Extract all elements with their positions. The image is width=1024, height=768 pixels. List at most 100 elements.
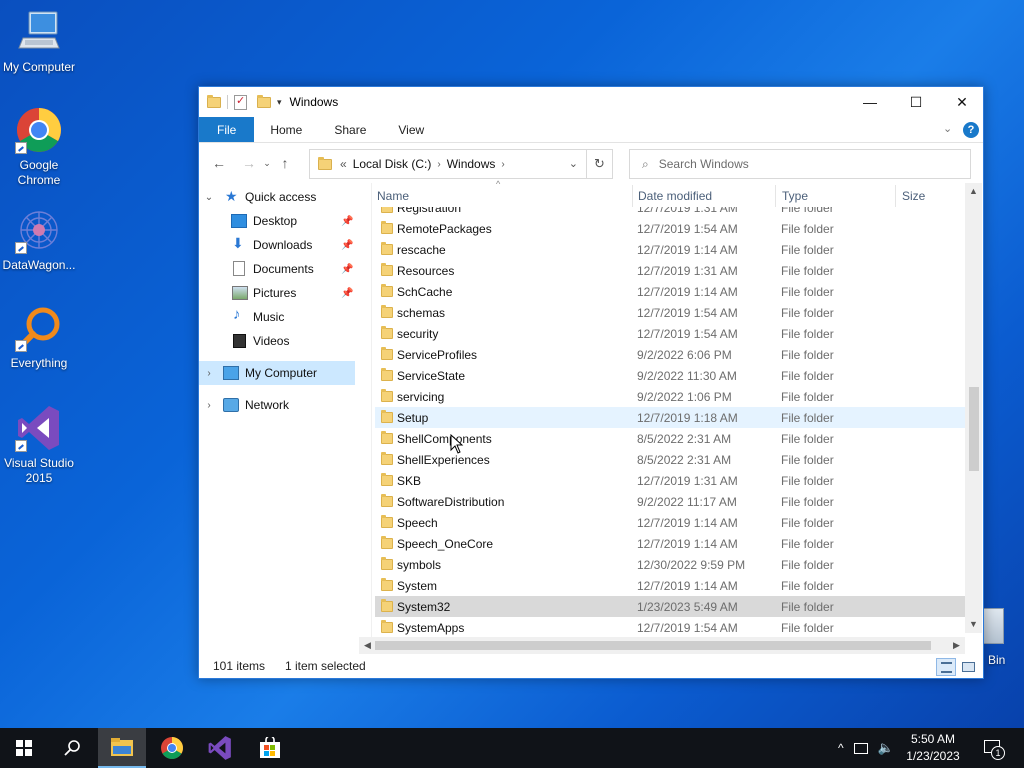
- file-explorer-window[interactable]: ▾ Windows — ☐ ✕ File Home Share View ⌄ ?…: [198, 86, 984, 679]
- table-row[interactable]: System 12/7/2019 1:14 AM File folder: [375, 575, 965, 596]
- network-status-icon[interactable]: [853, 742, 868, 754]
- table-row[interactable]: SystemApps 12/7/2019 1:54 AM File folder: [375, 617, 965, 637]
- column-header-date[interactable]: Date modified: [638, 189, 712, 203]
- up-button[interactable]: ↑: [273, 151, 297, 175]
- column-header-type[interactable]: Type: [782, 189, 808, 203]
- nav-item-downloads[interactable]: ⬇ Downloads 📌: [199, 233, 369, 257]
- clock[interactable]: 5:50 AM 1/23/2023: [898, 731, 968, 765]
- help-icon[interactable]: ?: [963, 122, 979, 138]
- taskbar-visual-studio[interactable]: [196, 728, 244, 768]
- chevron-right-icon[interactable]: ›: [501, 159, 504, 170]
- table-row[interactable]: servicing 9/2/2022 1:06 PM File folder: [375, 386, 965, 407]
- tab-file[interactable]: File: [199, 117, 255, 142]
- table-row[interactable]: Registration 12/7/2019 1:31 AM File folder: [375, 207, 965, 218]
- chevron-right-icon[interactable]: ›: [437, 159, 440, 170]
- column-divider[interactable]: [895, 185, 896, 207]
- address-dropdown-icon[interactable]: ⌄: [569, 157, 578, 170]
- nav-item-pictures[interactable]: Pictures 📌: [199, 281, 369, 305]
- navigation-pane[interactable]: ⌄ ★ Quick access Desktop 📌 ⬇ Downloads 📌…: [199, 183, 369, 647]
- scroll-up-icon[interactable]: ▲: [965, 183, 982, 200]
- search-input[interactable]: [658, 157, 939, 171]
- table-row[interactable]: SchCache 12/7/2019 1:14 AM File folder: [375, 281, 965, 302]
- nav-item-desktop[interactable]: Desktop 📌: [199, 209, 369, 233]
- table-row[interactable]: SoftwareDistribution 9/2/2022 11:17 AM Fil…: [375, 491, 965, 512]
- nav-item-my-computer[interactable]: › My Computer: [199, 361, 355, 385]
- table-row[interactable]: ServiceProfiles 9/2/2022 6:06 PM File fold…: [375, 344, 965, 365]
- table-row[interactable]: Setup 12/7/2019 1:18 AM File folder: [375, 407, 965, 428]
- nav-item-network[interactable]: › Network: [199, 393, 369, 417]
- desktop-icon-google-chrome[interactable]: Google Chrome: [0, 106, 78, 188]
- taskbar-chrome[interactable]: [148, 728, 196, 768]
- address-overflow[interactable]: «: [340, 157, 347, 171]
- breadcrumb-local-disk[interactable]: Local Disk (C:): [353, 157, 432, 171]
- pin-icon[interactable]: 📌: [341, 240, 353, 251]
- scroll-right-icon[interactable]: ▶: [948, 637, 965, 654]
- table-row[interactable]: SKB 12/7/2019 1:31 AM File folder: [375, 470, 965, 491]
- properties-icon[interactable]: [234, 94, 247, 110]
- desktop-icon-everything[interactable]: Everything: [0, 304, 78, 371]
- desktop-icon-recycle-bin[interactable]: Bin: [982, 604, 1024, 676]
- nav-item-videos[interactable]: Videos: [199, 329, 369, 353]
- table-row[interactable]: rescache 12/7/2019 1:14 AM File folder: [375, 239, 965, 260]
- new-folder-icon[interactable]: [257, 94, 271, 108]
- nav-item-music[interactable]: ♪ Music: [199, 305, 369, 329]
- refresh-button[interactable]: ↻: [587, 149, 613, 179]
- back-button[interactable]: ←: [207, 151, 231, 175]
- tab-view[interactable]: View: [382, 117, 440, 142]
- table-row[interactable]: RemotePackages 12/7/2019 1:54 AM File fold…: [375, 218, 965, 239]
- scroll-thumb[interactable]: [969, 387, 979, 471]
- forward-button[interactable]: →: [237, 151, 261, 175]
- details-view-button[interactable]: [936, 658, 956, 676]
- table-row[interactable]: Speech_OneCore 12/7/2019 1:14 AM File fold…: [375, 533, 965, 554]
- table-row[interactable]: Speech 12/7/2019 1:14 AM File folder: [375, 512, 965, 533]
- table-row[interactable]: schemas 12/7/2019 1:54 AM File folder: [375, 302, 965, 323]
- breadcrumb-windows[interactable]: Windows: [447, 157, 496, 171]
- expand-chevron-icon[interactable]: ›: [203, 400, 215, 411]
- search-box[interactable]: ⌕: [629, 149, 971, 179]
- close-button[interactable]: ✕: [939, 87, 985, 117]
- recent-locations-button[interactable]: ⌄: [261, 151, 273, 175]
- show-hidden-icons-icon[interactable]: ^: [838, 741, 844, 755]
- column-header-size[interactable]: Size: [902, 189, 925, 203]
- nav-item-documents[interactable]: Documents 📌: [199, 257, 369, 281]
- large-icons-view-button[interactable]: [958, 658, 978, 676]
- desktop-icon-datawagon[interactable]: DataWagon...: [0, 206, 78, 273]
- minimize-button[interactable]: —: [847, 87, 893, 117]
- taskbar-search-button[interactable]: [48, 728, 96, 768]
- customize-toolbar-icon[interactable]: ▾: [277, 97, 282, 108]
- desktop-icon-visual-studio[interactable]: Visual Studio 2015: [0, 404, 78, 486]
- desktop-icon-my-computer[interactable]: My Computer: [0, 8, 78, 75]
- expand-chevron-icon[interactable]: ›: [203, 368, 215, 379]
- maximize-button[interactable]: ☐: [893, 87, 939, 117]
- table-row[interactable]: security 12/7/2019 1:54 AM File folder: [375, 323, 965, 344]
- tab-share[interactable]: Share: [318, 117, 382, 142]
- nav-item-quick-access[interactable]: ⌄ ★ Quick access: [199, 185, 369, 209]
- table-row[interactable]: symbols 12/30/2022 9:59 PM File folder: [375, 554, 965, 575]
- file-list[interactable]: ^ Name Date modified Type Size Registrat…: [375, 179, 985, 647]
- table-row[interactable]: Resources 12/7/2019 1:31 AM File folder: [375, 260, 965, 281]
- tab-home[interactable]: Home: [254, 117, 318, 142]
- title-bar[interactable]: ▾ Windows — ☐ ✕: [199, 87, 983, 117]
- expand-ribbon-icon[interactable]: ⌄: [943, 122, 952, 135]
- start-button[interactable]: [0, 728, 48, 768]
- scroll-left-icon[interactable]: ◀: [359, 637, 376, 654]
- column-divider[interactable]: [775, 185, 776, 207]
- table-row[interactable]: ServiceState 9/2/2022 11:30 AM File folder: [375, 365, 965, 386]
- table-row[interactable]: System32 1/23/2023 5:49 AM File folder: [375, 596, 965, 617]
- action-center-button[interactable]: 1: [980, 728, 1024, 768]
- pin-icon[interactable]: 📌: [341, 216, 353, 227]
- column-divider[interactable]: [632, 185, 633, 207]
- volume-icon[interactable]: 🔈: [878, 740, 894, 756]
- address-bar[interactable]: « Local Disk (C:) › Windows › ⌄: [309, 149, 587, 179]
- scroll-down-icon[interactable]: ▼: [965, 616, 982, 633]
- vertical-scrollbar[interactable]: ▲ ▼: [965, 183, 982, 633]
- scroll-thumb[interactable]: [375, 641, 931, 650]
- taskbar-store[interactable]: [246, 728, 294, 768]
- collapse-chevron-icon[interactable]: ⌄: [203, 192, 215, 203]
- horizontal-scrollbar[interactable]: ◀ ▶: [359, 637, 965, 654]
- pin-icon[interactable]: 📌: [341, 288, 353, 299]
- column-header-name[interactable]: Name: [377, 189, 409, 203]
- pin-icon[interactable]: 📌: [341, 264, 353, 275]
- pane-splitter[interactable]: [371, 183, 372, 647]
- taskbar-file-explorer[interactable]: [98, 728, 146, 768]
